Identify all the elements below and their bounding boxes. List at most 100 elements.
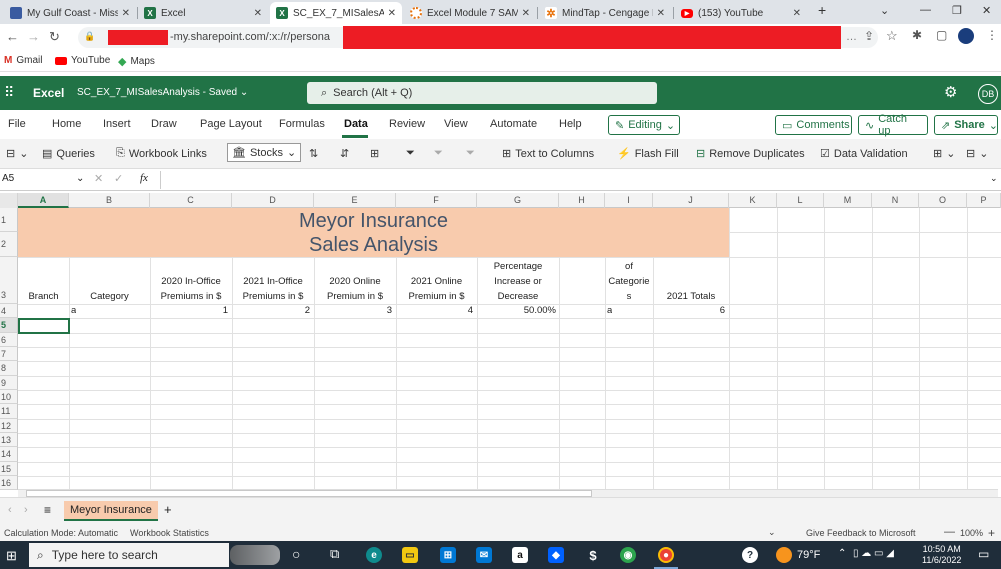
column-header-i[interactable]: I xyxy=(605,193,653,208)
search-box[interactable]: ⌕ Search (Alt + Q) xyxy=(307,82,657,104)
tab-view[interactable]: View xyxy=(444,118,468,130)
tab-draw[interactable]: Draw xyxy=(151,118,177,130)
comments-button[interactable]: ▭ Comments xyxy=(775,115,852,135)
browser-tab-6[interactable]: ▶ (153) YouTube ✕ xyxy=(675,2,807,24)
insert-function-icon[interactable]: fx xyxy=(140,172,148,184)
url-field[interactable]: 🔒 -my.sharepoint.com/:x:/r/persona … xyxy=(78,26,878,49)
header-2020-online[interactable]: 2020 Online Premium in $ xyxy=(314,274,396,304)
workbook-statistics-link[interactable]: Workbook Statistics xyxy=(130,528,209,538)
share-page-icon[interactable]: ⇪ xyxy=(864,29,874,43)
workbook-links-button[interactable]: ⎘ Workbook Links xyxy=(116,147,207,160)
row-header-3[interactable]: 3 xyxy=(0,257,18,304)
cancel-entry-icon[interactable]: ✕ xyxy=(94,172,103,185)
help-icon[interactable]: ? xyxy=(742,547,758,563)
scroll-right-icon[interactable]: › xyxy=(24,504,28,516)
header-branch[interactable]: Branch xyxy=(18,289,69,304)
cell-d4[interactable]: 2 xyxy=(232,305,310,316)
profile-avatar[interactable] xyxy=(958,28,974,44)
tab-automate[interactable]: Automate xyxy=(490,118,537,130)
tab-file[interactable]: File xyxy=(8,118,26,130)
amazon-icon[interactable]: a xyxy=(512,547,528,563)
cell-c4[interactable]: 1 xyxy=(150,305,228,316)
minimize-icon[interactable]: — xyxy=(920,4,931,16)
get-data-button[interactable]: ⊟ ⌄ xyxy=(6,147,28,160)
row-header-5[interactable]: 5 xyxy=(0,318,18,333)
tab-help[interactable]: Help xyxy=(559,118,582,130)
row-header-1[interactable]: 1 xyxy=(0,208,18,232)
column-header-b[interactable]: B xyxy=(69,193,150,208)
dropbox-icon[interactable]: ◆ xyxy=(548,547,564,563)
selected-cell-a5[interactable] xyxy=(18,318,70,334)
column-header-p[interactable]: P xyxy=(967,193,1001,208)
column-header-l[interactable]: L xyxy=(777,193,824,208)
user-avatar[interactable]: DB xyxy=(978,84,998,104)
data-validation-button[interactable]: ☑ Data Validation xyxy=(820,147,908,161)
editing-mode-button[interactable]: ✎ Editing ⌄ xyxy=(608,115,680,135)
clear-filter-icon[interactable]: ⏷ xyxy=(434,147,443,160)
tab-review[interactable]: Review xyxy=(389,118,425,130)
weather-sun-icon[interactable] xyxy=(776,547,792,563)
sheet-tab-meyor-insurance[interactable]: Meyor Insurance xyxy=(64,501,158,521)
column-header-o[interactable]: O xyxy=(919,193,967,208)
zoom-out-icon[interactable]: — xyxy=(944,526,955,538)
close-window-icon[interactable]: ✕ xyxy=(982,4,991,17)
sort-ascending-icon[interactable]: ⇅ xyxy=(309,147,318,160)
all-sheets-menu-icon[interactable]: ≡ xyxy=(44,503,51,517)
row-header-13[interactable]: 13 xyxy=(0,433,18,447)
column-header-h[interactable]: H xyxy=(559,193,605,208)
tab-search-icon[interactable]: ⌄ xyxy=(880,4,889,17)
edge-icon[interactable]: e xyxy=(366,547,382,563)
green-app-icon[interactable]: ◉ xyxy=(620,547,636,563)
zoom-in-icon[interactable]: + xyxy=(988,526,995,540)
browser-tab-4[interactable]: Excel Module 7 SAM ✕ xyxy=(404,2,536,24)
column-header-a[interactable]: A xyxy=(18,193,69,208)
header-2021-in-office[interactable]: 2021 In-Office Premiums in $ xyxy=(232,274,314,304)
cell-g4[interactable]: 50.00% xyxy=(477,305,556,316)
scroll-thumb[interactable] xyxy=(26,490,592,497)
close-tab-icon[interactable]: ✕ xyxy=(657,8,665,19)
sort-descending-icon[interactable]: ⇵ xyxy=(340,147,349,160)
browser-menu-icon[interactable]: ⋮ xyxy=(986,28,998,42)
cell-b4[interactable]: a xyxy=(71,305,76,316)
browser-tab-3-active[interactable]: X SC_EX_7_MISalesAnal✕ xyxy=(270,2,402,24)
row-header-7[interactable]: 7 xyxy=(0,347,18,361)
spreadsheet-grid[interactable]: A B C D E F G H I J K L M N O P 1 2 3 4 … xyxy=(0,193,1001,490)
task-view-icon[interactable]: ⧉ xyxy=(330,546,339,562)
notifications-icon[interactable]: ▭ xyxy=(978,547,989,561)
feedback-link[interactable]: Give Feedback to Microsoft xyxy=(806,528,916,538)
row-header-15[interactable]: 15 xyxy=(0,462,18,476)
back-icon[interactable]: ← xyxy=(6,29,19,44)
header-percentage[interactable]: Percentage Increase or Decrease xyxy=(477,259,559,304)
ungroup-button[interactable]: ⊟ ⌄ xyxy=(966,147,988,160)
close-tab-icon[interactable]: ✕ xyxy=(388,8,396,19)
horizontal-scrollbar[interactable] xyxy=(18,489,998,497)
flash-fill-button[interactable]: ⚡ Flash Fill xyxy=(617,147,679,161)
column-header-n[interactable]: N xyxy=(872,193,919,208)
header-2021-online[interactable]: 2021 Online Premium in $ xyxy=(396,274,477,304)
expand-formula-icon[interactable]: ⌄ xyxy=(990,173,998,184)
cortana-icon[interactable]: ○ xyxy=(292,546,300,562)
status-chevron-icon[interactable]: ⌄ xyxy=(768,527,776,538)
remove-duplicates-button[interactable]: ⊟ Remove Duplicates xyxy=(696,147,805,161)
row-header-16[interactable]: 16 xyxy=(0,476,18,490)
cell-j4[interactable]: 6 xyxy=(653,305,725,316)
cell-f4[interactable]: 4 xyxy=(396,305,473,316)
row-header-10[interactable]: 10 xyxy=(0,390,18,404)
forward-icon[interactable]: → xyxy=(27,29,40,44)
reload-icon[interactable]: ↻ xyxy=(49,29,60,45)
column-header-m[interactable]: M xyxy=(824,193,872,208)
column-header-e[interactable]: E xyxy=(314,193,396,208)
mail-icon[interactable]: ✉ xyxy=(476,547,492,563)
tab-formulas[interactable]: Formulas xyxy=(279,118,325,130)
column-header-j[interactable]: J xyxy=(653,193,729,208)
catch-up-button[interactable]: ∿ Catch up xyxy=(858,113,928,137)
sort-custom-icon[interactable]: ⊞ xyxy=(370,147,379,160)
share-button[interactable]: ⇗ Share ⌄ xyxy=(934,115,998,135)
select-all-corner[interactable] xyxy=(0,193,18,208)
scroll-left-icon[interactable]: ‹ xyxy=(8,504,12,516)
document-title[interactable]: SC_EX_7_MISalesAnalysis - Saved ⌄ xyxy=(77,87,248,98)
file-explorer-icon[interactable]: ▭ xyxy=(402,547,418,563)
windows-start-icon[interactable]: ⊞ xyxy=(6,548,17,564)
chrome-icon[interactable]: ● xyxy=(658,547,674,563)
row-header-12[interactable]: 12 xyxy=(0,419,18,433)
